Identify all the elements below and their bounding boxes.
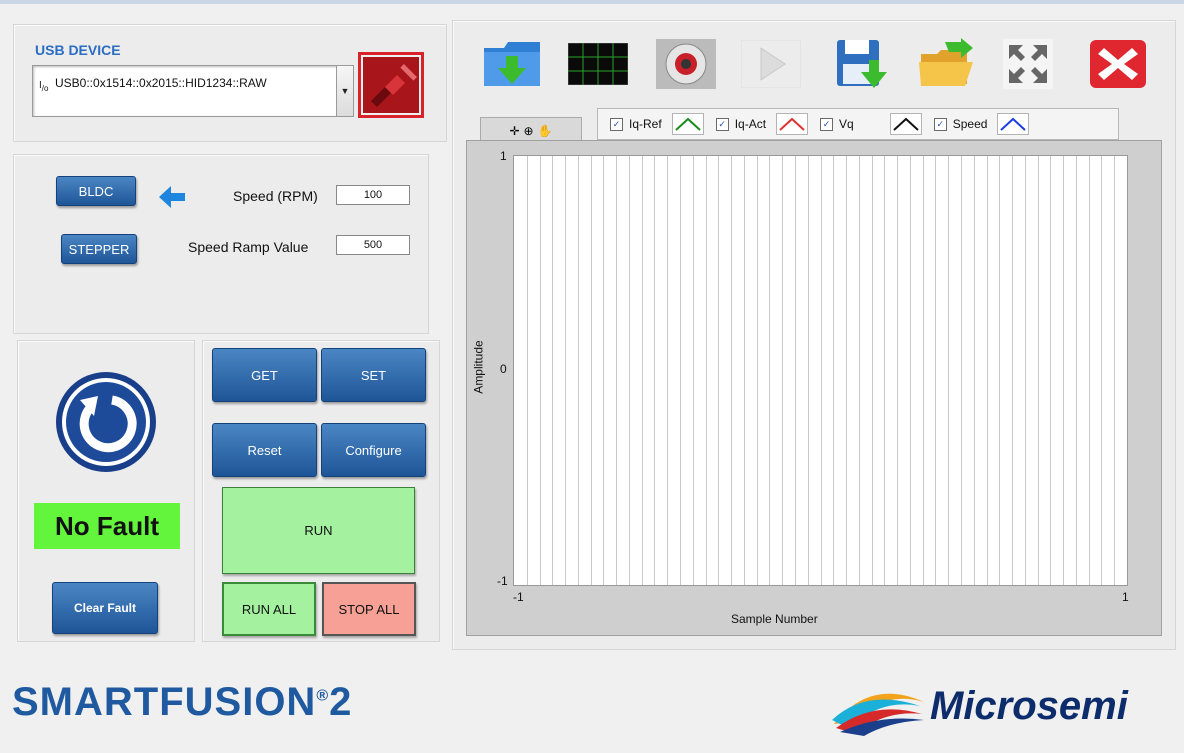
load-folder-button[interactable] bbox=[482, 38, 542, 90]
save-button[interactable] bbox=[832, 38, 892, 90]
legend-item-speed[interactable]: ✓ Speed bbox=[933, 113, 1030, 135]
stepper-button[interactable]: STEPPER bbox=[61, 234, 137, 264]
save-disk-icon bbox=[837, 40, 887, 88]
x-tick-right: 1 bbox=[1122, 590, 1129, 604]
stop-all-button[interactable]: STOP ALL bbox=[322, 582, 416, 636]
legend-label: Speed bbox=[952, 117, 988, 131]
io-glyph-icon: I/o bbox=[39, 80, 49, 93]
y-axis-label: Amplitude bbox=[471, 340, 486, 394]
y-tick-bottom: -1 bbox=[497, 574, 508, 588]
set-button[interactable]: SET bbox=[321, 348, 426, 402]
window-top-border bbox=[0, 0, 1184, 4]
crosshair-icon[interactable]: ✛ bbox=[509, 124, 519, 138]
legend-item-iq-act[interactable]: ✓ Iq-Act bbox=[715, 113, 809, 135]
folder-download-icon bbox=[484, 42, 540, 86]
motor-icon bbox=[656, 39, 716, 89]
usb-device-title: USB DEVICE bbox=[35, 42, 121, 58]
configure-button[interactable]: Configure bbox=[321, 423, 426, 477]
connect-button[interactable] bbox=[358, 52, 424, 118]
x-axis-label: Sample Number bbox=[731, 612, 818, 626]
legend-label: Vq bbox=[839, 117, 854, 131]
plot-grid bbox=[527, 156, 1115, 585]
checkbox-icon[interactable]: ✓ bbox=[610, 117, 623, 131]
speed-label: Speed (RPM) bbox=[233, 188, 318, 204]
reset-button[interactable]: Reset bbox=[212, 423, 317, 477]
smartfusion-logo: SMARTFUSION®2 bbox=[12, 680, 353, 724]
speed-ramp-label: Speed Ramp Value bbox=[188, 239, 309, 255]
usb-plug-icon bbox=[363, 57, 419, 113]
chevron-down-icon[interactable]: ▼ bbox=[336, 66, 353, 116]
motor-button[interactable] bbox=[656, 38, 716, 90]
usb-device-select[interactable]: I/o USB0::0x1514::0x2015::HID1234::RAW ▼ bbox=[32, 65, 354, 117]
zoom-icon[interactable]: ⊕ bbox=[524, 124, 534, 138]
series-swatch bbox=[776, 113, 809, 135]
microsemi-logo: Microsemi bbox=[930, 684, 1128, 728]
refresh-icon[interactable] bbox=[54, 370, 158, 474]
run-button[interactable]: RUN bbox=[222, 487, 415, 574]
oscilloscope-icon bbox=[568, 43, 628, 85]
speed-ramp-input[interactable]: 500 bbox=[336, 235, 410, 255]
series-swatch bbox=[671, 113, 704, 135]
arrow-left-icon bbox=[159, 186, 185, 208]
pan-hand-icon[interactable]: ✋ bbox=[538, 124, 553, 138]
open-folder-button[interactable] bbox=[917, 38, 977, 90]
bldc-button[interactable]: BLDC bbox=[56, 176, 136, 206]
legend-item-vq[interactable]: ✓ Vq bbox=[820, 113, 922, 135]
clear-fault-button[interactable]: Clear Fault bbox=[52, 582, 158, 634]
series-swatch bbox=[889, 113, 922, 135]
run-all-button[interactable]: RUN ALL bbox=[222, 582, 316, 636]
play-button[interactable] bbox=[741, 38, 801, 90]
checkbox-icon[interactable]: ✓ bbox=[820, 117, 834, 131]
fullscreen-button[interactable] bbox=[998, 38, 1058, 90]
close-button[interactable] bbox=[1088, 38, 1148, 90]
checkbox-icon[interactable]: ✓ bbox=[715, 117, 729, 131]
microsemi-swoosh-icon bbox=[832, 693, 924, 736]
play-icon bbox=[741, 40, 801, 88]
legend-label: Iq-Ref bbox=[629, 117, 662, 131]
get-button[interactable]: GET bbox=[212, 348, 317, 402]
usb-device-value: USB0::0x1514::0x2015::HID1234::RAW bbox=[55, 76, 267, 90]
scope-button[interactable] bbox=[568, 38, 628, 90]
plot-legend: ✓ Iq-Ref ✓ Iq-Act ✓ Vq ✓ Speed bbox=[597, 108, 1119, 140]
y-tick-mid: 0 bbox=[500, 362, 507, 376]
x-tick-left: -1 bbox=[513, 590, 524, 604]
expand-icon bbox=[1003, 39, 1053, 89]
folder-open-icon bbox=[919, 38, 973, 86]
plot-area[interactable] bbox=[513, 155, 1128, 586]
fault-status-badge: No Fault bbox=[34, 503, 180, 549]
checkbox-icon[interactable]: ✓ bbox=[933, 117, 947, 131]
y-tick-top: 1 bbox=[500, 149, 507, 163]
close-icon bbox=[1090, 40, 1146, 88]
legend-label: Iq-Act bbox=[734, 117, 767, 131]
speed-input[interactable]: 100 bbox=[336, 185, 410, 205]
series-swatch bbox=[997, 113, 1030, 135]
legend-item-iq-ref[interactable]: ✓ Iq-Ref bbox=[610, 113, 704, 135]
